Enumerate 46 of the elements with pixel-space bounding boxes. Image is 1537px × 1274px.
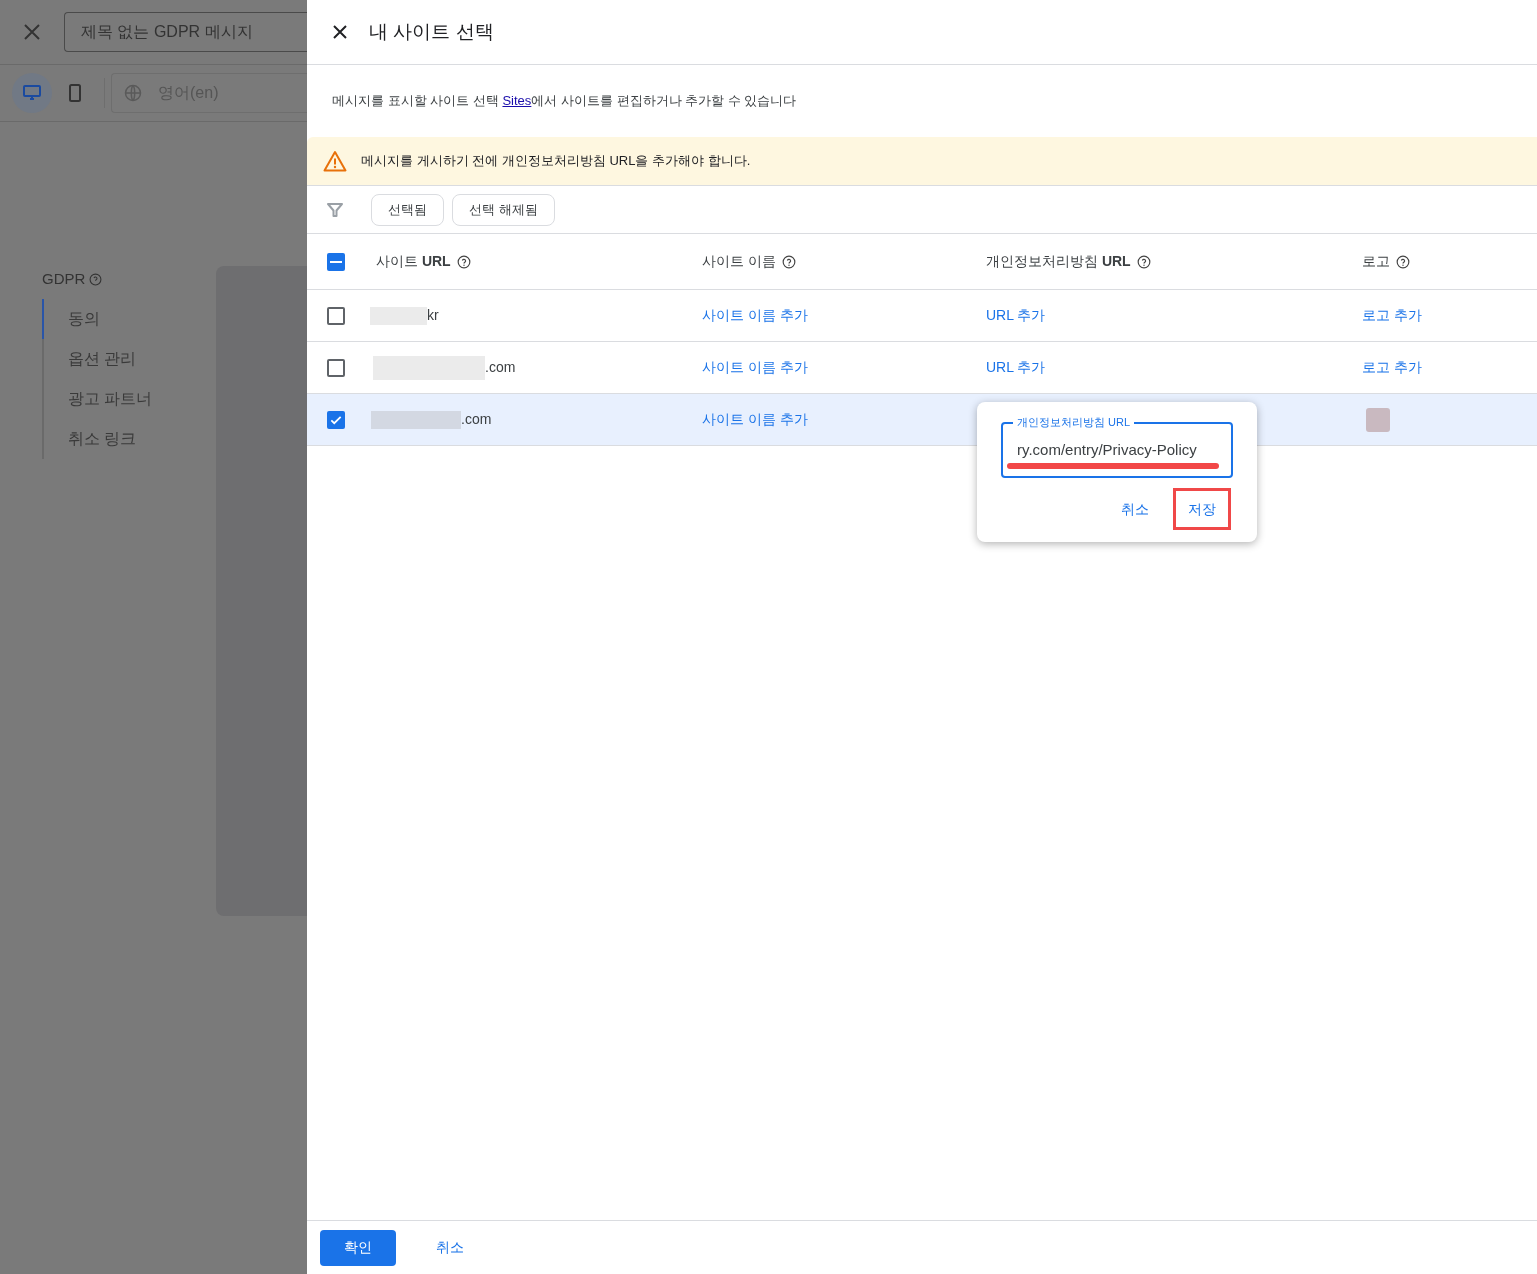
globe-icon [124, 84, 142, 102]
confirm-button[interactable]: 확인 [320, 1229, 396, 1266]
cancel-button[interactable]: 취소 [1109, 488, 1161, 530]
add-url-link[interactable]: URL 추가 [986, 305, 1046, 326]
column-header: 사이트 이름 [702, 252, 776, 271]
warning-text: 메시지를 게시하기 전에 개인정보처리방침 URL을 추가해야 합니다. [361, 152, 751, 171]
checkbox[interactable] [327, 306, 345, 325]
add-logo-link[interactable]: 로고 추가 [1362, 305, 1422, 326]
logo-thumbnail [1366, 407, 1390, 432]
nav-heading: GDPR [42, 269, 86, 289]
site-url: .com [461, 410, 492, 429]
checkbox[interactable] [327, 410, 345, 429]
phone-icon [69, 84, 81, 102]
desktop-toggle[interactable] [12, 73, 52, 113]
filter-chip[interactable]: 선택됨 [371, 193, 444, 226]
site-url: kr [427, 306, 439, 325]
description-text: 메시지를 표시할 사이트 선택 Sites에서 사이트를 편집하거나 추가할 수 있습니다 [332, 92, 797, 111]
checkbox[interactable] [327, 252, 345, 271]
help-icon[interactable] [1136, 254, 1151, 269]
filter-chip[interactable]: 선택 해제됨 [452, 193, 555, 226]
title-field[interactable]: 제목 없는 GDPR 메시지 [64, 12, 307, 52]
column-header: 사이트 URL [376, 252, 451, 271]
sites-link[interactable]: Sites [502, 93, 532, 109]
warning-icon [323, 150, 347, 172]
close-icon[interactable] [333, 25, 347, 39]
site-url: .com [485, 358, 516, 377]
panel-title: 내 사이트 선택 [369, 19, 494, 44]
nav-item[interactable]: 옵션 관리 [42, 338, 216, 379]
column-header: 로고 [1362, 252, 1390, 271]
cancel-button[interactable]: 취소 [412, 1229, 488, 1266]
save-button[interactable]: 저장 [1173, 488, 1231, 530]
column-header: 개인정보처리방침 URL [986, 252, 1131, 271]
nav-item[interactable]: 취소 링크 [42, 418, 216, 459]
field-label: 개인정보처리방침 URL [1013, 414, 1135, 431]
filter-icon[interactable] [327, 201, 343, 218]
add-url-link[interactable]: URL 추가 [986, 357, 1046, 378]
monitor-icon [23, 85, 41, 101]
help-icon[interactable] [1396, 254, 1410, 269]
add-site-name-link[interactable]: 사이트 이름 추가 [702, 305, 808, 326]
add-logo-link[interactable]: 로고 추가 [1362, 357, 1422, 378]
nav-item[interactable]: 광고 파트너 [42, 378, 216, 419]
add-site-name-link[interactable]: 사이트 이름 추가 [702, 409, 808, 430]
help-icon[interactable] [781, 254, 796, 269]
add-site-name-link[interactable]: 사이트 이름 추가 [702, 357, 808, 378]
help-icon[interactable] [456, 254, 471, 269]
checkbox[interactable] [327, 358, 345, 377]
